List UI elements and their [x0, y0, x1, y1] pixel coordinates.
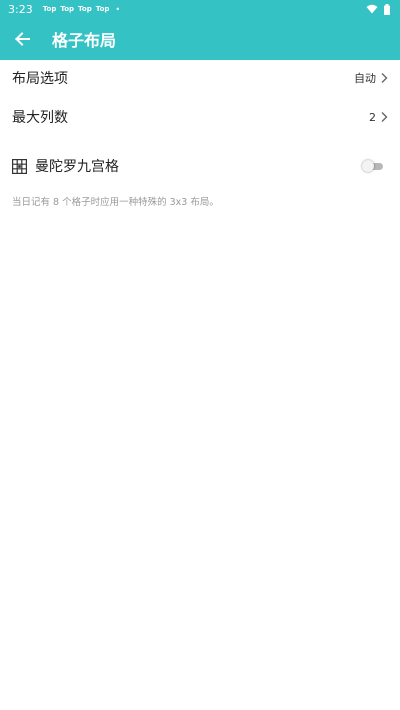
layout-option-label: 布局选项: [12, 71, 68, 87]
chevron-right-icon: [380, 111, 388, 123]
max-columns-value: 2: [369, 110, 376, 124]
mandala-grid-row[interactable]: 曼陀罗九宫格: [0, 146, 400, 186]
arrow-left-icon: [15, 32, 30, 46]
notification-label: Top: [42, 5, 57, 13]
status-time: 3:23: [8, 2, 33, 16]
grid-icon: [12, 158, 27, 174]
layout-option-value: 自动: [354, 72, 376, 85]
battery-icon: [384, 3, 390, 15]
notification-label: Top: [60, 5, 75, 13]
notification-label: Top: [95, 5, 110, 13]
wifi-icon: [366, 4, 378, 14]
app-bar: 格子布局: [0, 18, 400, 60]
chevron-right-icon: [380, 72, 388, 84]
notification-label: Top: [78, 5, 92, 13]
mandala-grid-toggle[interactable]: [362, 160, 384, 172]
mandala-grid-label: 曼陀罗九宫格: [35, 159, 119, 175]
status-notifications: Top Top Top Top: [43, 5, 110, 13]
status-icons: [366, 3, 390, 15]
layout-option-row[interactable]: 布局选项 自动: [0, 58, 400, 98]
back-button[interactable]: [2, 18, 42, 60]
toggle-thumb: [362, 160, 374, 172]
mandala-grid-hint: 当日记有 8 个格子时应用一种特殊的 3x3 布局。: [12, 197, 219, 208]
max-columns-row[interactable]: 最大列数 2: [0, 97, 400, 137]
status-dot: •: [115, 4, 121, 14]
page-title: 格子布局: [52, 31, 117, 50]
max-columns-label: 最大列数: [12, 110, 68, 126]
status-bar: 3:23 Top Top Top Top •: [0, 0, 400, 18]
